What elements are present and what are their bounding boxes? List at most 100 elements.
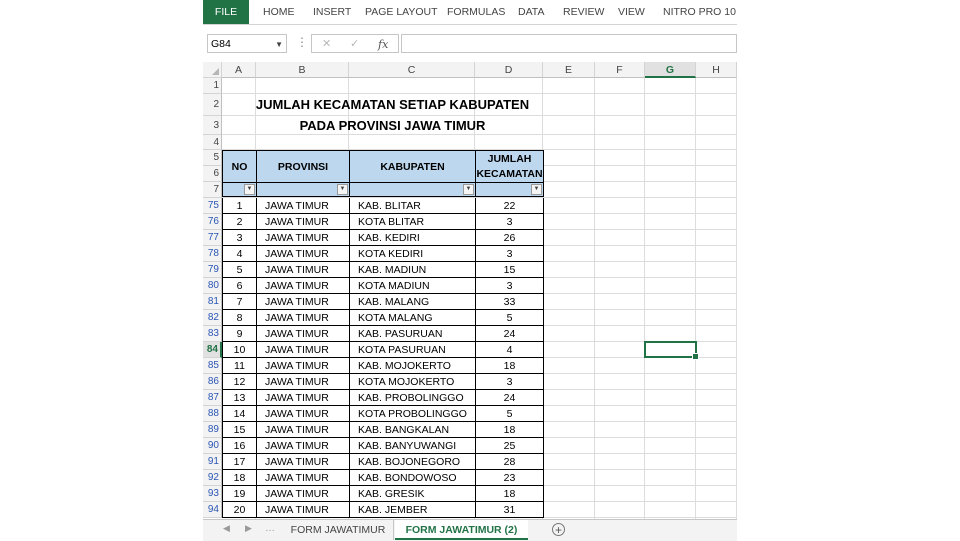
cell-jumlah[interactable]: 3 [475,278,544,294]
cell-kabupaten[interactable]: KOTA MALANG [349,310,476,326]
cell-jumlah[interactable]: 28 [475,454,544,470]
cell-jumlah[interactable]: 31 [475,502,544,518]
cell-jumlah[interactable]: 3 [475,214,544,230]
cell-jumlah[interactable]: 5 [475,310,544,326]
row-header-88[interactable]: 88 [203,406,222,422]
cell-jumlah[interactable]: 22 [475,198,544,214]
cell-kabupaten[interactable]: KAB. JEMBER [349,502,476,518]
cell-jumlah[interactable]: 5 [475,406,544,422]
cell-jumlah[interactable]: 23 [475,470,544,486]
row-header-89[interactable]: 89 [203,422,222,438]
cell-provinsi[interactable]: JAWA TIMUR [256,438,350,454]
cell-jumlah[interactable]: 33 [475,294,544,310]
formula-input[interactable] [401,34,737,53]
cell-no[interactable]: 10 [222,342,257,358]
row-header-2[interactable]: 2 [203,94,222,116]
cell-no[interactable]: 16 [222,438,257,454]
selected-cell-g84[interactable] [644,341,699,360]
cell-provinsi[interactable]: JAWA TIMUR [256,342,350,358]
row-header-3[interactable]: 3 [203,116,222,135]
cell-kabupaten[interactable]: KOTA MADIUN [349,278,476,294]
cell-no[interactable]: 20 [222,502,257,518]
cell-kabupaten[interactable]: KOTA KEDIRI [349,246,476,262]
enter-icon[interactable]: ✓ [350,35,359,54]
cell-jumlah[interactable]: 15 [475,262,544,278]
row-header-5[interactable]: 5 [203,150,222,166]
tab-nitro-pro[interactable]: NITRO PRO 10 [663,0,736,24]
cell-jumlah[interactable]: 24 [475,390,544,406]
cell-kabupaten[interactable]: KAB. KEDIRI [349,230,476,246]
column-header-a[interactable]: A [222,62,256,78]
add-sheet-icon[interactable]: + [552,523,565,536]
tab-page-layout[interactable]: PAGE LAYOUT [365,0,438,24]
cell-jumlah[interactable]: 18 [475,422,544,438]
cell-kabupaten[interactable]: KAB. BANGKALAN [349,422,476,438]
row-header-75[interactable]: 75 [203,198,222,214]
cell-provinsi[interactable]: JAWA TIMUR [256,470,350,486]
row-header-91[interactable]: 91 [203,454,222,470]
cell-provinsi[interactable]: JAWA TIMUR [256,486,350,502]
row-header-84[interactable]: 84 [203,342,222,358]
cell-provinsi[interactable]: JAWA TIMUR [256,278,350,294]
cell-provinsi[interactable]: JAWA TIMUR [256,262,350,278]
scroll-left-icon[interactable]: ◀ [223,523,230,534]
cell-no[interactable]: 3 [222,230,257,246]
row-header-92[interactable]: 92 [203,470,222,486]
cell-kabupaten[interactable]: KOTA BLITAR [349,214,476,230]
row-header-85[interactable]: 85 [203,358,222,374]
cell-no[interactable]: 19 [222,486,257,502]
row-header-76[interactable]: 76 [203,214,222,230]
cell-no[interactable]: 2 [222,214,257,230]
cell-no[interactable]: 5 [222,262,257,278]
row-header-80[interactable]: 80 [203,278,222,294]
cell-jumlah[interactable]: 25 [475,438,544,454]
row-header-83[interactable]: 83 [203,326,222,342]
more-sheets-icon[interactable]: … [265,523,275,534]
cell-provinsi[interactable]: JAWA TIMUR [256,246,350,262]
cell-kabupaten[interactable]: KOTA PROBOLINGGO [349,406,476,422]
cell-kabupaten[interactable]: KAB. MADIUN [349,262,476,278]
insert-function-icon[interactable]: fx [378,35,388,54]
row-header-86[interactable]: 86 [203,374,222,390]
row-header-94[interactable]: 94 [203,502,222,518]
tab-formulas[interactable]: FORMULAS [447,0,505,24]
cell-no[interactable]: 12 [222,374,257,390]
cell-provinsi[interactable]: JAWA TIMUR [256,406,350,422]
cell-kabupaten[interactable]: KOTA MOJOKERTO [349,374,476,390]
cell-no[interactable]: 11 [222,358,257,374]
cell-jumlah[interactable]: 18 [475,486,544,502]
cell-jumlah[interactable]: 18 [475,358,544,374]
row-header-1[interactable]: 1 [203,78,222,94]
column-header-d[interactable]: D [475,62,543,78]
cell-kabupaten[interactable]: KAB. BANYUWANGI [349,438,476,454]
cell-no[interactable]: 7 [222,294,257,310]
cell-kabupaten[interactable]: KAB. MALANG [349,294,476,310]
cell-provinsi[interactable]: JAWA TIMUR [256,422,350,438]
tab-insert[interactable]: INSERT [313,0,351,24]
row-header-78[interactable]: 78 [203,246,222,262]
cell-kabupaten[interactable]: KAB. PASURUAN [349,326,476,342]
cell-jumlah[interactable]: 24 [475,326,544,342]
row-header-79[interactable]: 79 [203,262,222,278]
cell-kabupaten[interactable]: KAB. BLITAR [349,198,476,214]
cell-kabupaten[interactable]: KAB. BOJONEGORO [349,454,476,470]
select-all-button[interactable] [203,62,222,78]
tab-file[interactable]: FILE [203,0,249,24]
row-header-77[interactable]: 77 [203,230,222,246]
cell-provinsi[interactable]: JAWA TIMUR [256,310,350,326]
filter-dropdown-icon[interactable]: ▼ [531,184,542,195]
cell-provinsi[interactable]: JAWA TIMUR [256,390,350,406]
cell-provinsi[interactable]: JAWA TIMUR [256,230,350,246]
cell-provinsi[interactable]: JAWA TIMUR [256,358,350,374]
row-header-4[interactable]: 4 [203,135,222,150]
filter-active-icon[interactable]: ▼ [337,184,348,195]
row-header-82[interactable]: 82 [203,310,222,326]
cancel-icon[interactable]: ✕ [322,35,331,54]
cell-no[interactable]: 1 [222,198,257,214]
cell-no[interactable]: 8 [222,310,257,326]
cell-kabupaten[interactable]: KAB. GRESIK [349,486,476,502]
tab-view[interactable]: VIEW [618,0,645,24]
cell-kabupaten[interactable]: KAB. PROBOLINGGO [349,390,476,406]
cell-provinsi[interactable]: JAWA TIMUR [256,214,350,230]
cell-provinsi[interactable]: JAWA TIMUR [256,454,350,470]
